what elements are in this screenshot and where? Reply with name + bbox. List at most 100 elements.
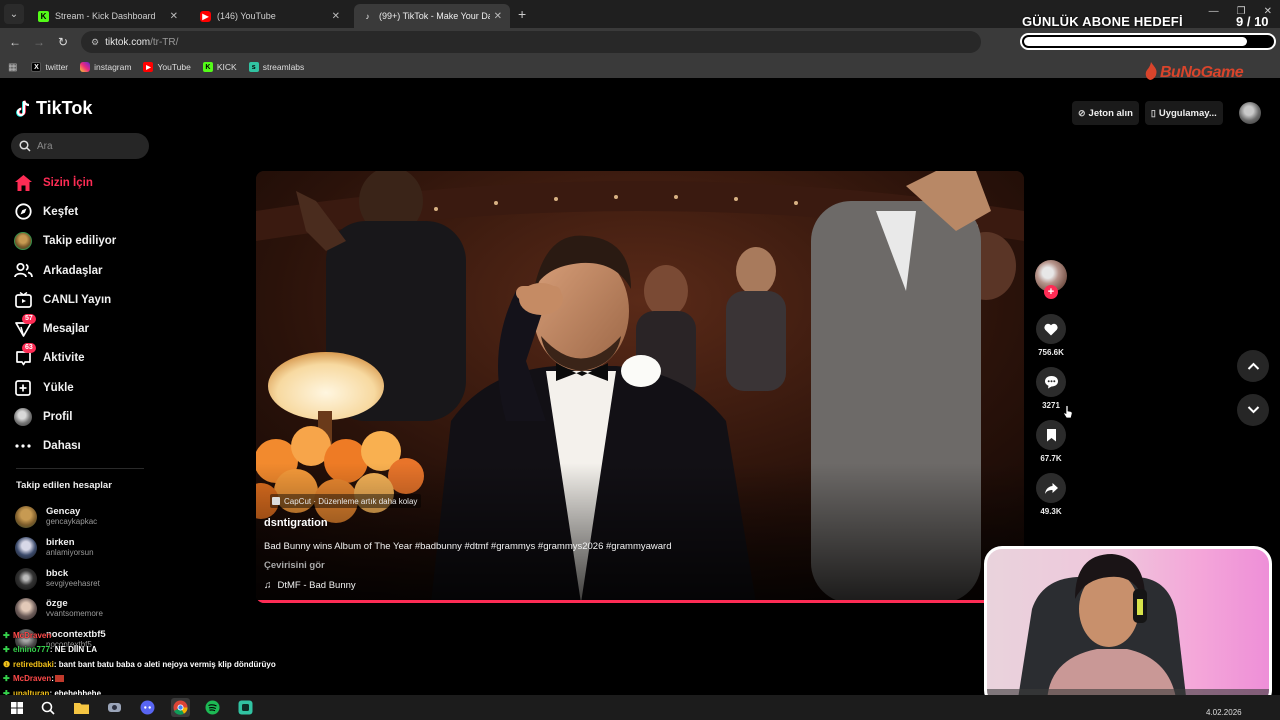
chat-username: retiredbaki — [13, 659, 54, 669]
close-icon[interactable]: ✕ — [170, 11, 178, 22]
user-avatar[interactable] — [1238, 102, 1261, 124]
sidebar-item-following[interactable]: Takip ediliyor — [12, 227, 152, 256]
minimize-icon[interactable]: — — [1209, 6, 1219, 17]
back-icon[interactable]: ← — [3, 35, 27, 49]
save-action[interactable]: 67.7K — [1033, 420, 1069, 463]
next-video-button[interactable] — [1237, 394, 1269, 426]
reload-icon[interactable]: ↻ — [51, 35, 75, 49]
chrome-icon[interactable] — [171, 698, 190, 717]
bookmark-label: streamlabs — [262, 62, 305, 72]
streamlabs-icon[interactable] — [237, 699, 254, 716]
tab-label: Stream - Kick Dashboard — [55, 11, 156, 21]
bookmark-twitter[interactable]: X twitter — [31, 62, 68, 72]
streamlabs-icon: s — [248, 62, 259, 72]
site-info-icon[interactable]: ⚙ — [91, 37, 99, 48]
sidebar-item-label: Arkadaşlar — [43, 264, 103, 277]
profile-avatar-icon — [12, 408, 34, 427]
share-count: 49.3K — [1040, 507, 1062, 516]
previous-video-button[interactable] — [1237, 350, 1269, 382]
sidebar-item-friends[interactable]: Arkadaşlar — [12, 256, 152, 285]
chat-username: McDraven — [13, 674, 52, 684]
chat-message: ✚ McDraven — [0, 628, 290, 643]
sidebar-item-more[interactable]: Dahası — [12, 432, 152, 461]
apps-grid-icon[interactable]: ▦ — [8, 62, 17, 73]
feed-navigation — [1237, 350, 1269, 438]
sidebar-item-messages[interactable]: 57 Mesajlar — [12, 314, 152, 343]
kebab-menu-icon: ⋮ — [1261, 36, 1270, 46]
close-icon[interactable]: ✕ — [332, 11, 340, 22]
following-account[interactable]: Gencay gencaykapkac — [15, 502, 155, 533]
tab-search-button[interactable]: ⌄ — [4, 4, 24, 24]
search-box[interactable] — [11, 133, 149, 159]
following-avatar-icon — [12, 232, 34, 251]
video-author[interactable]: dsntigration — [264, 517, 328, 529]
sidebar-item-label: Sizin İçin — [43, 176, 93, 189]
messages-badge: 57 — [22, 314, 36, 325]
following-account[interactable]: bbck sevgiyeehasret — [15, 563, 155, 594]
tiktok-logo[interactable]: TikTok — [16, 98, 92, 119]
subscriber-badge-icon: ✚ — [3, 674, 10, 684]
sidebar-item-for-you[interactable]: Sizin İçin — [12, 168, 152, 197]
new-tab-button[interactable]: + — [518, 6, 526, 22]
address-bar[interactable]: ⚙ tiktok.com/tr-TR/ — [81, 31, 981, 53]
url-path: /tr-TR/ — [150, 36, 179, 48]
compass-icon — [12, 203, 34, 221]
kick-icon: K — [202, 62, 213, 72]
tab-tiktok[interactable]: ♪ (99+) TikTok - Make Your Da ✕ — [354, 4, 510, 28]
video-music[interactable]: ♫ DtMF - Bad Bunny — [264, 580, 356, 591]
see-translation-link[interactable]: Çevirisini gör — [264, 560, 325, 571]
comment-action[interactable]: 3271 — [1033, 367, 1069, 410]
capcut-label[interactable]: CapCut · Düzenleme artık daha kolay — [270, 494, 422, 508]
sidebar-item-explore[interactable]: Keşfet — [12, 197, 152, 226]
search-icon[interactable] — [39, 699, 56, 716]
account-username: anlamiyorsun — [46, 548, 94, 558]
subscriber-badge-icon: ✚ — [3, 630, 10, 640]
get-coins-button[interactable]: ⊘ Jeton alın — [1072, 101, 1139, 125]
heart-icon[interactable] — [1036, 314, 1066, 344]
get-app-button[interactable]: ▯ Uygulamay... — [1144, 101, 1223, 125]
hand-cursor-icon — [1063, 405, 1073, 419]
windows-start-icon[interactable] — [8, 699, 25, 716]
bookmark-streamlabs[interactable]: s streamlabs — [248, 62, 305, 72]
sidebar-item-profile[interactable]: Profil — [12, 402, 152, 431]
capcut-label-text: CapCut · Düzenleme artık daha kolay — [284, 496, 418, 506]
creator-avatar[interactable]: + — [1035, 260, 1067, 299]
sidebar-item-activity[interactable]: 63 Aktivite — [12, 343, 152, 373]
sidebar-item-live[interactable]: CANLI Yayın — [12, 285, 152, 314]
get-coins-label: Jeton alın — [1088, 107, 1133, 119]
forward-icon[interactable]: → — [27, 35, 51, 49]
like-count: 756.6K — [1038, 348, 1064, 357]
sidebar-divider — [16, 468, 144, 469]
share-action[interactable]: 49.3K — [1033, 473, 1069, 516]
spotify-icon[interactable] — [204, 699, 221, 716]
video-progress-bar[interactable] — [256, 600, 1024, 603]
get-app-label: Uygulamay... — [1158, 107, 1217, 119]
video-player[interactable]: CapCut · Düzenleme artık daha kolay dsnt… — [256, 171, 1024, 603]
following-account[interactable]: birken anlamiyorsun — [15, 533, 155, 564]
bookmark-kick[interactable]: K KICK — [202, 62, 237, 72]
activity-icon: 63 — [12, 343, 36, 367]
comment-icon[interactable] — [1036, 367, 1066, 397]
bookmark-instagram[interactable]: instagram — [80, 62, 131, 72]
close-icon[interactable]: ✕ — [494, 11, 502, 22]
follow-plus-icon[interactable]: + — [1044, 285, 1058, 299]
save-count: 67.7K — [1040, 454, 1062, 463]
discord-icon[interactable] — [139, 699, 156, 716]
subscriber-goal-count: 9 / 10 — [1236, 14, 1269, 29]
following-account[interactable]: özge vvantsomemore — [15, 594, 155, 625]
bookmark-youtube[interactable]: ▶ YouTube — [143, 62, 191, 72]
share-icon[interactable] — [1036, 473, 1066, 503]
avatar — [15, 567, 37, 590]
app-icon[interactable] — [106, 699, 123, 716]
friends-icon — [12, 262, 34, 280]
sidebar-item-upload[interactable]: Yükle — [12, 373, 152, 402]
tab-kick-dashboard[interactable]: K Stream - Kick Dashboard ✕ — [30, 4, 186, 28]
file-explorer-icon[interactable] — [73, 699, 90, 716]
sidebar-item-label: Profil — [43, 411, 73, 424]
like-action[interactable]: 756.6K — [1033, 314, 1069, 357]
bookmark-icon[interactable] — [1036, 420, 1066, 450]
tab-youtube[interactable]: ▶ (146) YouTube ✕ — [192, 4, 348, 28]
channel-logo-text: BuNoGame — [1160, 64, 1244, 81]
search-input[interactable] — [37, 140, 137, 152]
sidebar-item-label: Dahası — [43, 440, 81, 453]
